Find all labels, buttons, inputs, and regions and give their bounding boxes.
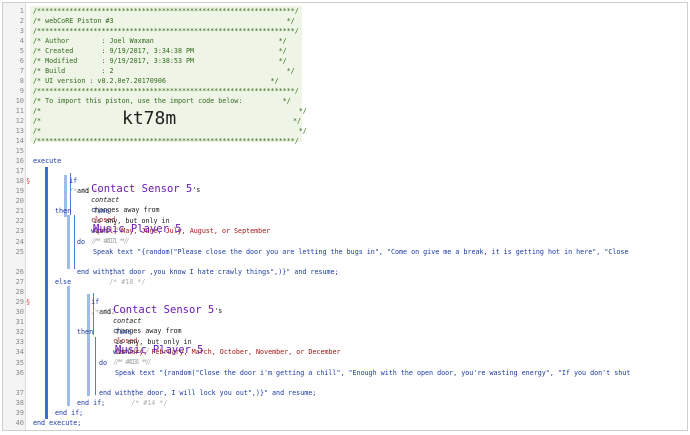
line-number: 28 xyxy=(15,288,24,296)
if2-then-bar xyxy=(87,336,90,396)
line-number: 17 xyxy=(15,167,24,175)
line-number: 5 xyxy=(19,47,24,55)
line-number: 26 xyxy=(15,268,24,276)
header-created: /* Created : 9/19/2017, 3:34:38 PM */ xyxy=(33,47,287,55)
else-bar xyxy=(67,286,70,406)
keyword-do-2: do xyxy=(99,359,108,367)
piston-code-editor: /***************************************… xyxy=(2,2,688,431)
line-number: 40 xyxy=(15,419,24,427)
line-number: 38 xyxy=(15,399,24,407)
operator-and-2: and xyxy=(99,308,112,316)
header-author: /* Author : Joel Waxman */ xyxy=(33,37,287,45)
device-contact-sensor: Contact Sensor 5 xyxy=(91,183,193,195)
line-number: 35 xyxy=(15,359,24,367)
header-stars-mid: /***************************************… xyxy=(33,87,299,95)
line-number: 22 xyxy=(15,217,24,225)
speak-task-14a[interactable]: Speak text "{random("Close the door i'm … xyxy=(115,368,630,378)
keyword-execute[interactable]: execute xyxy=(33,156,61,166)
line-number: 7 xyxy=(19,67,24,75)
keyword-do: do xyxy=(77,238,86,246)
line-number: 36 xyxy=(15,369,24,377)
speak-task-18a[interactable]: Speak text "{random("Please close the do… xyxy=(93,247,629,257)
header-code-prefix: /* xyxy=(33,117,42,125)
line-number: 11 xyxy=(15,107,24,115)
line-number: 34 xyxy=(15,348,24,356)
line-number: 33 xyxy=(15,338,24,346)
device-music-player[interactable]: Music Player 5 xyxy=(93,224,182,235)
line-number: 2 xyxy=(19,17,24,25)
line-number: 10 xyxy=(15,97,24,105)
speak-task-14b[interactable]: the door, I will lock you out",)}" and r… xyxy=(115,378,316,418)
header-modified: /* Modified : 9/19/2017, 3:38:53 PM */ xyxy=(33,57,287,65)
line-number: 32 xyxy=(15,328,24,336)
keyword-else: else xyxy=(55,278,72,286)
header-ui-version: /* UI version : v0.2.0e7.20170906 */ xyxy=(33,77,279,85)
header-import-note: /* To import this piston, use the import… xyxy=(33,97,291,105)
speak-task-18b[interactable]: that door ,you know I hate crawly things… xyxy=(93,257,339,297)
condition-marker-icon[interactable]: § xyxy=(26,176,30,186)
line-number: 23 xyxy=(15,227,24,235)
line-number: 18 xyxy=(15,177,24,185)
keyword-then: then xyxy=(55,207,72,215)
line-number: 37 xyxy=(15,389,24,397)
line-number: 39 xyxy=(15,409,24,417)
line-number: 15 xyxy=(15,147,24,155)
line-number: 29 xyxy=(15,298,24,306)
header-title: /* webCoRE Piston #3 */ xyxy=(33,17,295,25)
line-number: 8 xyxy=(19,77,24,85)
line-number: 9 xyxy=(19,87,24,95)
line-number: 25 xyxy=(15,248,24,256)
header-build: /* Build : 2 */ xyxy=(33,67,295,75)
if1-then-bar xyxy=(67,215,70,269)
end-if-2: end if; xyxy=(77,399,106,407)
line-number: 24 xyxy=(15,238,24,246)
execute-block-bar xyxy=(45,167,48,419)
line-number: 30 xyxy=(15,308,24,316)
line-number: 19 xyxy=(15,187,24,195)
line-number: 21 xyxy=(15,207,24,215)
header-code-suffix: */ xyxy=(293,117,302,125)
condition-marker-icon-2[interactable]: § xyxy=(26,297,30,307)
header-stars: /***************************************… xyxy=(33,27,299,35)
line-number: 12 xyxy=(15,117,24,125)
device-music-player-2[interactable]: Music Player 5 xyxy=(115,345,204,356)
with2-bracket xyxy=(95,337,96,395)
line-number: 13 xyxy=(15,127,24,135)
line-number: 31 xyxy=(15,318,24,326)
end-if-1: end if; xyxy=(55,409,84,417)
operator-and: and xyxy=(77,187,90,195)
line-number: 4 xyxy=(19,37,24,45)
line-number: 14 xyxy=(15,137,24,145)
header-stars-top: /***************************************… xyxy=(33,7,299,15)
line-number: 1 xyxy=(19,7,24,15)
line-number: 27 xyxy=(15,278,24,286)
header-blank-b: /* */ xyxy=(33,127,307,135)
end-with-1: end with; xyxy=(77,268,114,276)
line-number: 6 xyxy=(19,57,24,65)
end-execute: end execute; xyxy=(33,419,82,427)
keyword-then-2: then xyxy=(77,328,94,336)
header-stars-bottom: /***************************************… xyxy=(33,137,299,145)
line-number: 20 xyxy=(15,197,24,205)
line-number: 3 xyxy=(19,27,24,35)
end-with-2: end with; xyxy=(99,389,136,397)
line-number: 16 xyxy=(15,157,24,165)
